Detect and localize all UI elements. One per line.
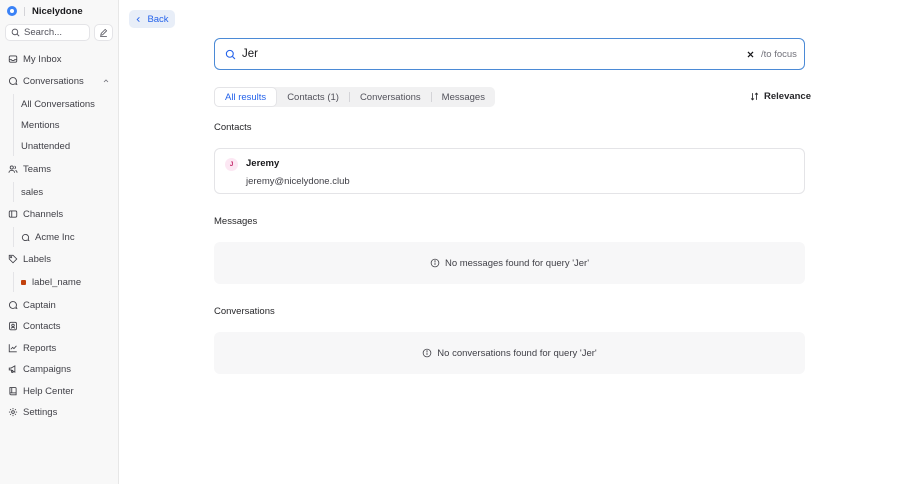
result-tabs: All results Contacts (1) Conversations M… bbox=[214, 87, 495, 107]
sidebar-search-input[interactable]: Search... bbox=[5, 24, 90, 41]
sidebar-item-label: Captain bbox=[23, 299, 56, 311]
compose-button[interactable] bbox=[94, 24, 113, 41]
messages-empty-state: No messages found for query 'Jer' bbox=[214, 242, 805, 284]
sidebar-item-settings[interactable]: Settings bbox=[4, 403, 114, 421]
megaphone-icon bbox=[8, 365, 16, 373]
contact-email: jeremy@nicelydone.club bbox=[246, 176, 350, 187]
sidebar-subitem-unattended[interactable]: Unattended bbox=[13, 137, 113, 155]
sidebar-search-placeholder: Search... bbox=[24, 27, 63, 38]
sidebar-item-label: Reports bbox=[23, 342, 57, 354]
sort-button[interactable]: Relevance bbox=[750, 91, 811, 102]
users-icon bbox=[8, 165, 18, 173]
info-icon bbox=[423, 348, 432, 358]
chat-bubble-icon bbox=[9, 77, 18, 86]
conversations-empty-state: No conversations found for query 'Jer' bbox=[214, 332, 805, 374]
focus-shortcut-hint: /to focus bbox=[761, 49, 797, 60]
sidebar-subitem-mentions[interactable]: Mentions bbox=[13, 116, 113, 134]
sidebar-item-label: Help Center bbox=[23, 385, 74, 397]
back-button[interactable]: Back bbox=[129, 10, 175, 28]
tag-icon bbox=[8, 254, 18, 264]
tab-conversations[interactable]: Conversations bbox=[350, 87, 431, 107]
sidebar-item-label: Settings bbox=[23, 406, 58, 418]
sidebar-subitem-label-name[interactable]: label_name bbox=[13, 273, 113, 291]
sidebar-item-campaigns[interactable]: Campaigns bbox=[4, 360, 114, 378]
brand-name: Nicelydone bbox=[32, 5, 83, 17]
book-icon bbox=[9, 387, 17, 396]
tab-messages[interactable]: Messages bbox=[432, 87, 495, 107]
sidebar-item-label: Campaigns bbox=[23, 363, 72, 375]
sidebar-subitem-acme-inc[interactable]: Acme Inc bbox=[13, 228, 113, 246]
contact-name: Jeremy bbox=[246, 158, 280, 169]
label-color-dot bbox=[21, 279, 26, 285]
section-title-conversations: Conversations bbox=[214, 306, 275, 317]
sidebar-subitem-label: All Conversations bbox=[21, 98, 95, 110]
section-title-messages: Messages bbox=[214, 216, 258, 227]
sidebar-subitem-label: sales bbox=[21, 186, 44, 198]
sidebar-item-label: My Inbox bbox=[23, 53, 62, 65]
info-icon bbox=[430, 258, 440, 268]
sidebar-item-contacts[interactable]: Contacts bbox=[4, 317, 114, 335]
sidebar-item-labels[interactable]: Labels bbox=[4, 250, 114, 268]
tab-label: Conversations bbox=[359, 91, 421, 103]
chart-line-icon bbox=[8, 344, 17, 353]
chevron-up-icon bbox=[103, 79, 109, 83]
search-icon bbox=[11, 28, 20, 37]
sort-arrows-icon bbox=[750, 92, 759, 101]
chat-bubble-icon bbox=[21, 233, 30, 241]
contact-card-icon bbox=[9, 321, 17, 331]
sidebar-item-label: Channels bbox=[23, 208, 64, 220]
messages-empty-text: No messages found for query 'Jer' bbox=[444, 257, 590, 269]
brand-divider bbox=[24, 6, 25, 16]
search-query: Jer bbox=[242, 48, 258, 60]
conversations-empty-text: No conversations found for query 'Jer' bbox=[437, 347, 597, 359]
tab-label: All results bbox=[225, 91, 267, 103]
sidebar-item-label: Conversations bbox=[23, 75, 84, 87]
tab-contacts[interactable]: Contacts (1) bbox=[277, 87, 349, 107]
channel-icon bbox=[8, 210, 18, 218]
sidebar-item-conversations[interactable]: Conversations bbox=[4, 72, 114, 90]
back-button-label: Back bbox=[147, 13, 169, 25]
sidebar-item-label: Labels bbox=[23, 253, 51, 265]
sidebar-subitem-label: label_name bbox=[32, 276, 82, 288]
inbox-icon bbox=[8, 55, 18, 63]
sidebar-item-captain[interactable]: Captain bbox=[4, 296, 114, 314]
sidebar-item-my-inbox[interactable]: My Inbox bbox=[4, 50, 114, 68]
sidebar: Nicelydone Search... My Inbox Conversati… bbox=[0, 0, 119, 484]
contact-result-card[interactable]: J Jeremy jeremy@nicelydone.club bbox=[214, 148, 805, 194]
search-icon bbox=[225, 49, 236, 60]
close-icon[interactable] bbox=[746, 50, 755, 59]
sidebar-subitem-label: Unattended bbox=[21, 140, 71, 152]
sidebar-subitem-sales[interactable]: sales bbox=[13, 183, 113, 201]
sidebar-subitem-all-conversations[interactable]: All Conversations bbox=[13, 95, 113, 113]
sort-label: Relevance bbox=[764, 91, 812, 102]
tab-label: Messages bbox=[441, 91, 485, 103]
sidebar-item-label: Contacts bbox=[23, 320, 61, 332]
avatar: J bbox=[225, 158, 238, 171]
compose-icon bbox=[100, 28, 108, 37]
sidebar-item-teams[interactable]: Teams bbox=[4, 160, 114, 178]
captain-icon bbox=[9, 301, 18, 310]
sidebar-subitem-label: Mentions bbox=[21, 119, 60, 131]
tab-label: Contacts (1) bbox=[287, 91, 339, 103]
sidebar-item-channels[interactable]: Channels bbox=[4, 205, 114, 223]
sidebar-subitem-label: Acme Inc bbox=[35, 231, 75, 243]
sidebar-item-reports[interactable]: Reports bbox=[4, 339, 114, 357]
search-input[interactable]: Jer /to focus bbox=[214, 38, 805, 70]
section-title-contacts: Contacts bbox=[214, 122, 252, 133]
sidebar-item-label: Teams bbox=[23, 163, 51, 175]
brand[interactable]: Nicelydone bbox=[7, 5, 83, 17]
sidebar-item-help-center[interactable]: Help Center bbox=[4, 382, 114, 400]
chevron-left-icon bbox=[137, 16, 141, 22]
gear-icon bbox=[8, 407, 18, 417]
brand-logo-icon bbox=[7, 6, 17, 16]
tab-all-results[interactable]: All results bbox=[214, 87, 278, 107]
